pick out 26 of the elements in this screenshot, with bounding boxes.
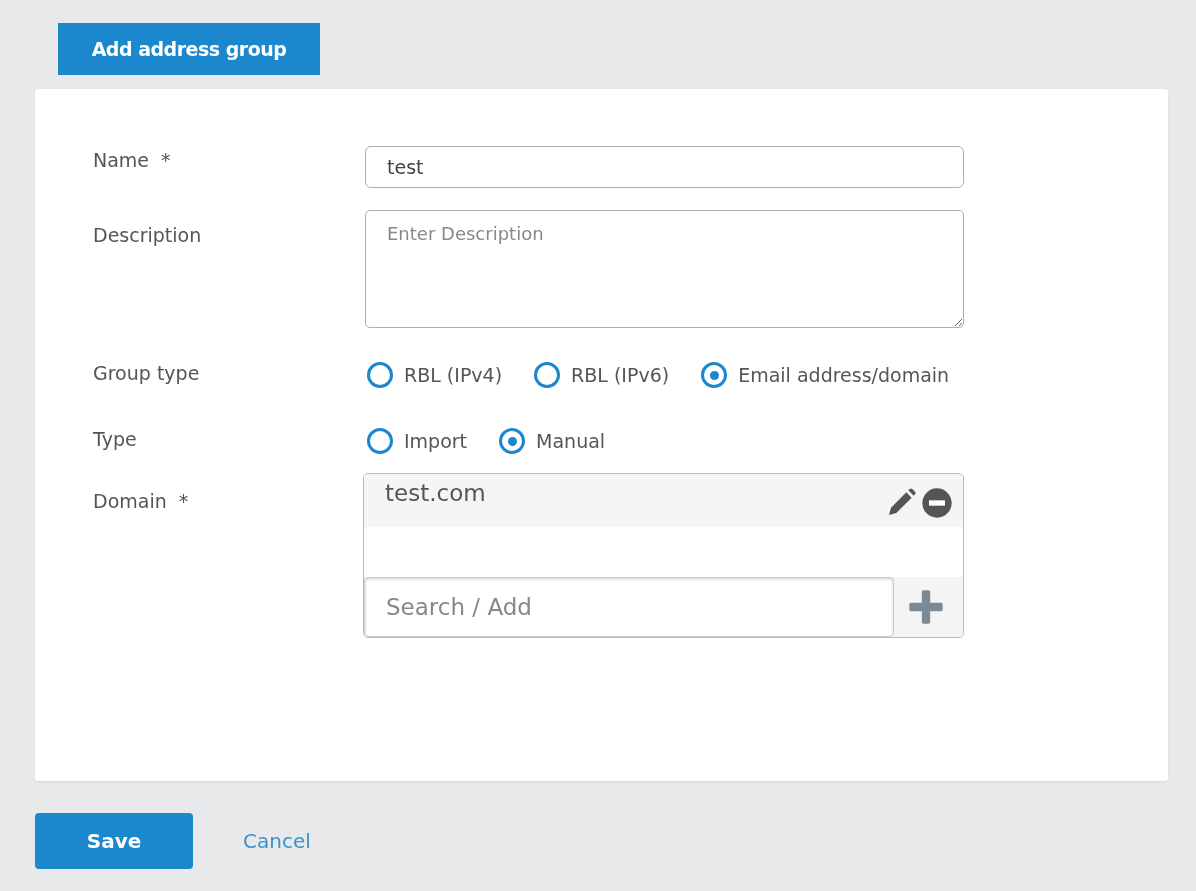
radio-button[interactable] xyxy=(499,428,526,454)
field-label: Description xyxy=(93,224,202,246)
radio-button[interactable] xyxy=(367,362,393,388)
search-add-field[interactable]: Search / Add xyxy=(364,577,894,637)
field-label: Group type xyxy=(93,362,200,384)
radio-label[interactable]: RBL (IPv6) xyxy=(571,364,670,386)
radio-label[interactable]: RBL (IPv4) xyxy=(404,364,503,386)
name-field[interactable]: test xyxy=(365,146,964,188)
remove-icon[interactable] xyxy=(921,487,953,519)
radio-label[interactable]: Email address/domain xyxy=(738,364,950,386)
domain-item[interactable]: test.com xyxy=(364,474,963,527)
field-label: Domain xyxy=(93,490,167,512)
radio-label[interactable]: Manual xyxy=(536,430,606,452)
radio-button[interactable] xyxy=(701,362,728,388)
domain-text: test.com xyxy=(385,480,487,506)
required-mark: * xyxy=(161,149,171,171)
add-address-group-button[interactable]: Add address group xyxy=(58,23,320,75)
field-label: Name xyxy=(93,149,150,171)
required-mark: * xyxy=(178,490,189,512)
radio-button[interactable] xyxy=(367,428,393,454)
field-label: Type xyxy=(93,428,137,450)
radio-label[interactable]: Import xyxy=(404,430,468,452)
radio-button[interactable] xyxy=(534,362,561,388)
save-button[interactable]: Save xyxy=(35,813,193,869)
description-field[interactable]: Enter Description xyxy=(365,210,964,328)
add-icon[interactable] xyxy=(906,587,946,627)
